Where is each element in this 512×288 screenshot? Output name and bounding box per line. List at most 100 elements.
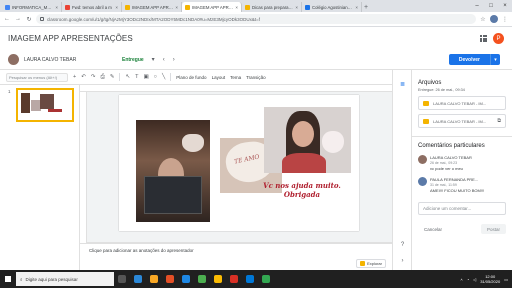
close-tab-icon[interactable]: × xyxy=(115,5,118,10)
explore-label: Explorar xyxy=(367,261,382,266)
star-icon[interactable]: ☆ xyxy=(479,15,487,23)
undo-icon[interactable]: ↶ xyxy=(81,74,86,80)
browser-profile-avatar[interactable] xyxy=(490,15,498,23)
add-comment-input[interactable]: Adicione um comentar... xyxy=(418,202,506,215)
notifications-icon[interactable]: ▭ xyxy=(504,277,508,282)
file-name: LAURA CALVO TEBAR - IM... xyxy=(433,118,487,124)
add-icon[interactable]: + xyxy=(73,74,76,80)
print-icon[interactable]: ⎙ xyxy=(100,74,104,81)
taskbar-search[interactable]: ⌕ Digite aqui para pesquisar xyxy=(16,272,114,286)
slide-filmstrip: 1 xyxy=(0,85,80,270)
slides-file-icon xyxy=(423,118,429,124)
files-panel-icon[interactable]: ≣ xyxy=(398,80,407,89)
taskbar-app-icon[interactable] xyxy=(194,270,210,288)
taskbar-app-icon[interactable] xyxy=(146,270,162,288)
back-icon[interactable]: ← xyxy=(3,15,11,23)
theme-button[interactable]: Tema xyxy=(230,75,241,80)
apps-grid-icon[interactable] xyxy=(480,35,487,42)
user-avatar[interactable]: P xyxy=(493,33,504,44)
file-item[interactable]: LAURA CALVO TEBAR - IM... ⧉ xyxy=(418,114,506,128)
taskbar-app-icon[interactable] xyxy=(178,270,194,288)
close-window-icon[interactable]: × xyxy=(498,0,512,12)
return-button[interactable]: Devolver xyxy=(448,54,490,65)
divider xyxy=(170,73,172,81)
start-button[interactable] xyxy=(0,270,16,288)
photo-girl-computer[interactable] xyxy=(136,120,210,222)
volume-icon[interactable]: ◁ xyxy=(473,277,476,282)
menu-dots-icon[interactable]: ⋮ xyxy=(501,15,509,23)
url-text: classroom.google.com/u/1/g/tg/NjAzMjY3OD… xyxy=(47,16,260,22)
speaker-notes[interactable]: Clique para adicionar as anotações do ap… xyxy=(80,243,392,270)
file-item[interactable]: LAURA CALVO TEBAR - IM... xyxy=(418,96,506,110)
taskbar-app-icon[interactable] xyxy=(258,270,274,288)
clock[interactable]: 12:00 31/05/2020 xyxy=(480,274,500,284)
shape-icon[interactable]: ○ xyxy=(154,74,157,80)
comment-item: PAULA FERNANDA PRE... 31 de mai., 11:59 … xyxy=(418,177,506,193)
redo-icon[interactable]: ↷ xyxy=(91,74,96,80)
paint-format-icon[interactable]: ✎ xyxy=(110,74,115,80)
taskbar-app-icon[interactable] xyxy=(130,270,146,288)
explore-button[interactable]: Explorar xyxy=(356,259,386,268)
prev-student-icon[interactable]: ‹ xyxy=(163,57,165,63)
cancel-button[interactable]: Cancelar xyxy=(418,224,448,234)
close-tab-icon[interactable]: × xyxy=(55,5,58,10)
slides-file-icon xyxy=(423,100,429,106)
divider xyxy=(412,136,512,137)
collapse-icon[interactable]: › xyxy=(398,256,407,265)
maximize-icon[interactable]: □ xyxy=(484,0,498,12)
tab-favicon-icon xyxy=(185,4,190,10)
vertical-ruler xyxy=(80,92,87,243)
chevron-up-icon[interactable]: ˄ xyxy=(460,277,462,282)
slide-caption[interactable]: Vc nos ajuda muito. Obrigada xyxy=(263,181,341,199)
open-external-icon[interactable]: ⧉ xyxy=(497,118,501,124)
textbox-icon[interactable]: T xyxy=(135,74,138,80)
layout-button[interactable]: Layout xyxy=(212,75,226,80)
taskbar-app-icon[interactable] xyxy=(162,270,178,288)
close-tab-icon[interactable]: × xyxy=(355,5,358,10)
image-icon[interactable]: ▣ xyxy=(143,74,148,80)
taskbar-app-icon[interactable] xyxy=(210,270,226,288)
browser-tab[interactable]: IMAGEM APP APRESEN× xyxy=(122,2,182,12)
menu-search-input[interactable]: Pesquisar os menus (Alt+/) xyxy=(6,72,68,82)
tab-label: Fwd: temos abril a m xyxy=(72,4,112,10)
photo-girl-heart[interactable] xyxy=(264,107,351,173)
close-tab-icon[interactable]: × xyxy=(235,5,238,10)
system-tray: ˄ ◔ ◁ 12:00 31/05/2020 ▭ xyxy=(460,274,512,284)
help-icon[interactable]: ? xyxy=(398,240,407,249)
taskbar-search-text: Digite aqui para pesquisar xyxy=(25,276,78,282)
return-dropdown-icon[interactable]: ▾ xyxy=(490,54,500,65)
submission-panel: Arquivos Entregue: 26 de mai., 09:34 LAU… xyxy=(412,70,512,270)
forward-icon[interactable]: → xyxy=(14,15,22,23)
transition-button[interactable]: Transição xyxy=(246,75,266,80)
browser-tab[interactable]: INFORMATICA_MATER× xyxy=(2,2,62,12)
close-tab-icon[interactable]: × xyxy=(175,5,178,10)
background-button[interactable]: Plano de fundo xyxy=(176,75,206,80)
assignment-title: IMAGEM APP APRESENTAÇÕES xyxy=(8,34,133,43)
browser-tab[interactable]: IMAGEM APP APRESEN× xyxy=(182,2,242,12)
next-student-icon[interactable]: › xyxy=(173,57,175,63)
slide-thumbnail[interactable] xyxy=(16,88,74,122)
url-field[interactable]: classroom.google.com/u/1/g/tg/NjAzMjY3OD… xyxy=(36,14,476,24)
new-tab-icon[interactable]: + xyxy=(362,2,370,12)
close-tab-icon[interactable]: × xyxy=(295,5,298,10)
taskbar-app-icon[interactable] xyxy=(226,270,242,288)
slide[interactable]: TE AMO Vc nos ajuda muito. Obrigada xyxy=(119,95,359,231)
line-icon[interactable]: ╲ xyxy=(162,74,165,80)
reload-icon[interactable]: ↻ xyxy=(25,15,33,23)
taskbar-app-icon[interactable] xyxy=(242,270,258,288)
minimize-icon[interactable]: – xyxy=(470,0,484,12)
student-dropdown-icon[interactable]: ▾ xyxy=(152,56,155,63)
student-name[interactable]: LAURA CALVO TEBAR xyxy=(24,57,122,63)
editor-toolbar: Pesquisar os menus (Alt+/) + ↶ ↷ ⎙ ✎ ↖ T… xyxy=(0,70,392,85)
browser-tab[interactable]: Dicas para preparar p × xyxy=(242,2,302,12)
network-icon[interactable]: ◔ xyxy=(467,277,469,282)
select-icon[interactable]: ↖ xyxy=(125,74,130,80)
tab-label: IMAGEM APP APRESEN xyxy=(192,4,233,10)
tab-label: INFORMATICA_MATER xyxy=(12,4,53,10)
post-button[interactable]: Postar xyxy=(480,224,506,234)
browser-tab[interactable]: Colégio Agostiniano S × xyxy=(302,2,362,12)
taskbar-app-icon[interactable] xyxy=(114,270,130,288)
comment-date: 26 de mai., 09:23 xyxy=(430,161,458,165)
browser-tab[interactable]: Fwd: temos abril a m × xyxy=(62,2,122,12)
horizontal-ruler xyxy=(80,85,392,92)
